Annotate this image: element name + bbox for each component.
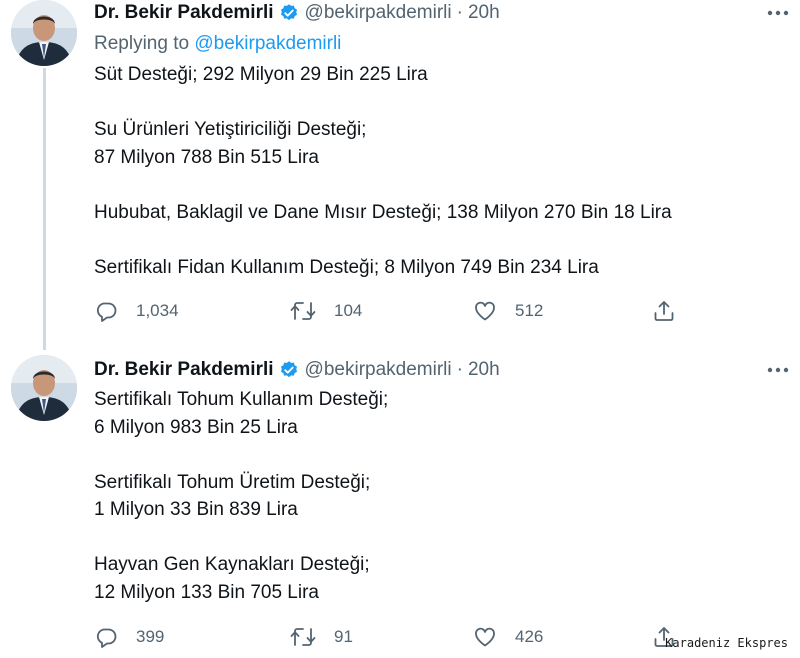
retweet-icon	[290, 302, 316, 320]
tweet-line: 87 Milyon 788 Bin 515 Lira	[94, 146, 319, 168]
separator-dot: ·	[456, 359, 463, 380]
author-handle[interactable]: @bekirpakdemirli	[305, 359, 452, 381]
retweet-count: 91	[334, 627, 353, 646]
tweet-line: Su Ürünleri Yetiştiriciliği Desteği;	[94, 119, 367, 140]
tweet-header: Dr. Bekir Pakdemirli @bekirpakdemirli · …	[94, 0, 500, 26]
reply-button[interactable]: 1,034	[94, 299, 179, 323]
heart-icon	[475, 301, 495, 321]
tweet-paragraph: Hububat, Baklagil ve Dane Mısır Desteği;…	[94, 199, 672, 227]
tweet-line: 12 Milyon 133 Bin 705 Lira	[94, 581, 319, 603]
watermark: Karadeniz Ekspres	[665, 636, 788, 650]
retweet-button[interactable]: 91	[290, 625, 353, 649]
retweet-button[interactable]: 104	[290, 299, 362, 323]
author-handle[interactable]: @bekirpakdemirli	[305, 2, 452, 24]
retweet-count: 104	[334, 301, 363, 320]
replying-to-mention[interactable]: @bekirpakdemirli	[194, 33, 341, 54]
thread-line	[43, 68, 46, 350]
author-name[interactable]: Dr. Bekir Pakdemirli	[94, 2, 274, 24]
tweet-paragraph: Sertifikalı Fidan Kullanım Desteği; 8 Mi…	[94, 254, 672, 282]
tweet-timestamp[interactable]: 20h	[468, 2, 500, 24]
verified-badge-icon	[279, 360, 299, 380]
tweet-text: Sertifikalı Tohum Kullanım Desteği; 6 Mi…	[94, 386, 388, 606]
share-icon	[654, 301, 674, 321]
tweet-paragraph: Sertifikalı Tohum Kullanım Desteği; 6 Mi…	[94, 386, 388, 441]
share-button[interactable]	[652, 299, 676, 323]
tweet-line: Hububat, Baklagil ve Dane Mısır Desteği;…	[94, 201, 672, 223]
tweet[interactable]: Dr. Bekir Pakdemirli @bekirpakdemirli · …	[0, 345, 800, 658]
reply-count: 399	[136, 627, 165, 646]
tweet-line: Sertifikalı Fidan Kullanım Desteği; 8 Mi…	[94, 256, 599, 278]
tweet-paragraph: Hayvan Gen Kaynakları Desteği; 12 Milyon…	[94, 551, 388, 606]
reply-count: 1,034	[136, 301, 179, 320]
tweet-line: Hayvan Gen Kaynakları Desteği;	[94, 554, 370, 575]
like-button[interactable]: 426	[473, 625, 543, 649]
tweet-line: Süt Desteği; 292 Milyon 29 Bin 225 Lira	[94, 64, 428, 85]
heart-icon	[475, 627, 495, 647]
separator-dot: ·	[456, 2, 463, 23]
retweet-icon	[290, 628, 316, 646]
like-button[interactable]: 512	[473, 299, 543, 323]
tweet-paragraph: Su Ürünleri Yetiştiriciliği Desteği; 87 …	[94, 116, 672, 171]
replying-to-prefix: Replying to	[94, 33, 195, 54]
verified-badge-icon	[279, 3, 299, 23]
more-options-icon[interactable]	[766, 361, 790, 379]
avatar[interactable]	[11, 0, 77, 66]
author-name[interactable]: Dr. Bekir Pakdemirli	[94, 359, 274, 381]
tweet-text: Süt Desteği; 292 Milyon 29 Bin 225 Lira …	[94, 61, 672, 281]
like-count: 426	[515, 627, 544, 646]
avatar[interactable]	[11, 355, 77, 421]
tweet-actions: 1,034 104 512	[94, 299, 694, 323]
tweet-paragraph: Sertifikalı Tohum Üretim Desteği; 1 Mily…	[94, 469, 388, 524]
tweet-paragraph: Süt Desteği; 292 Milyon 29 Bin 225 Lira	[94, 61, 672, 89]
tweet-line: 1 Milyon 33 Bin 839 Lira	[94, 499, 298, 520]
more-options-icon[interactable]	[766, 4, 790, 22]
tweet-timestamp[interactable]: 20h	[468, 359, 500, 381]
tweet[interactable]: Dr. Bekir Pakdemirli @bekirpakdemirli · …	[0, 0, 800, 350]
tweet-header: Dr. Bekir Pakdemirli @bekirpakdemirli · …	[94, 357, 500, 383]
tweet-line: Sertifikalı Tohum Üretim Desteği;	[94, 471, 371, 493]
reply-icon	[96, 302, 117, 322]
tweet-line: 6 Milyon 983 Bin 25 Lira	[94, 416, 298, 438]
tweet-actions: 399 91 426	[94, 625, 694, 649]
like-count: 512	[515, 301, 544, 320]
reply-icon	[96, 628, 117, 648]
reply-button[interactable]: 399	[94, 625, 164, 649]
replying-to: Replying to @bekirpakdemirli	[94, 33, 341, 55]
tweet-line: Sertifikalı Tohum Kullanım Desteği;	[94, 389, 389, 410]
